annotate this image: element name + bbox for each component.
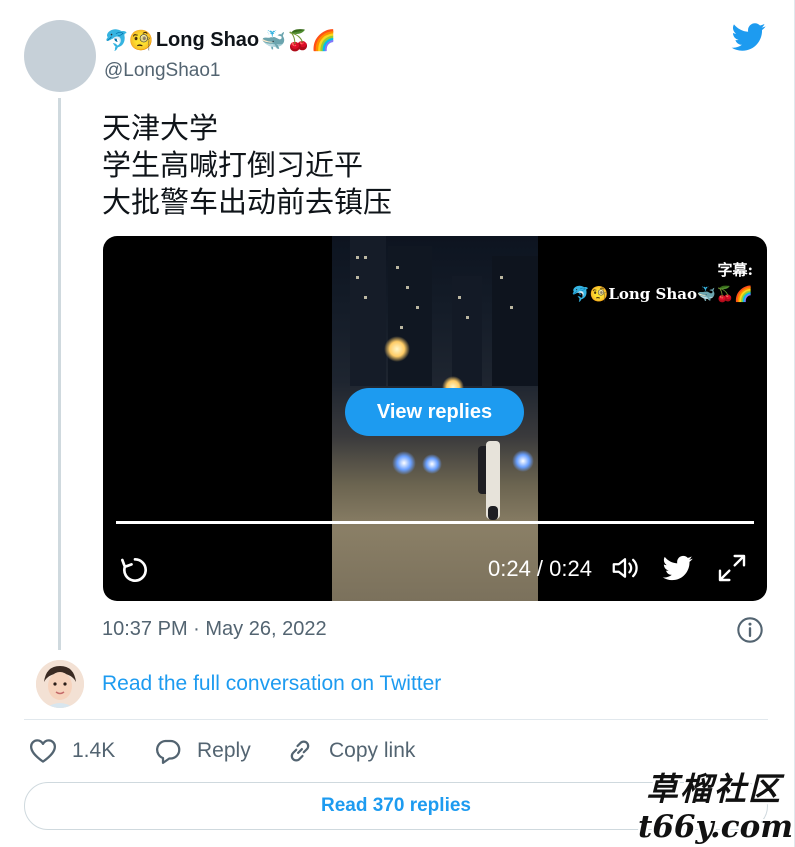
display-name-text: Long Shao bbox=[155, 28, 260, 51]
heart-icon bbox=[30, 739, 56, 763]
watermark-line: 🐬🧐Long Shao🐳🍒🌈 bbox=[570, 285, 753, 303]
tweet-embed-card: 🐬🧐 Long Shao 🐳🍒🌈 @LongShao1 天津大学 学生高喊打倒习… bbox=[0, 0, 795, 847]
like-count: 1.4K bbox=[72, 739, 116, 762]
tweet-line: 天津大学 bbox=[102, 111, 219, 145]
video-caption-watermark: 字幕: 🐬🧐Long Shao🐳🍒🌈 bbox=[571, 258, 753, 306]
view-replies-button[interactable]: View replies bbox=[345, 388, 524, 436]
video-progress-bar[interactable] bbox=[116, 521, 754, 524]
twitter-bird-icon[interactable] bbox=[730, 20, 768, 54]
author-handle[interactable]: @LongShao1 bbox=[104, 60, 221, 82]
author-avatar[interactable] bbox=[24, 20, 96, 92]
twitter-bird-icon[interactable] bbox=[661, 553, 695, 583]
video-player[interactable]: 字幕: 🐬🧐Long Shao🐳🍒🌈 View replies 0:24 / 0… bbox=[103, 236, 767, 601]
link-icon bbox=[290, 740, 310, 762]
viewer-avatar[interactable] bbox=[36, 660, 84, 708]
divider bbox=[24, 719, 768, 720]
video-time-display: 0:24 / 0:24 bbox=[488, 556, 592, 581]
reply-button[interactable]: Reply bbox=[153, 736, 251, 766]
reply-icon bbox=[156, 739, 181, 764]
site-watermark-line: 草榴社区 bbox=[645, 770, 782, 808]
fullscreen-icon[interactable] bbox=[716, 552, 748, 584]
author-display-name[interactable]: 🐬🧐 Long Shao 🐳🍒🌈 bbox=[104, 28, 336, 52]
tweet-line: 大批警车出动前去镇压 bbox=[102, 185, 393, 219]
tweet-text: 天津大学 学生高喊打倒习近平 大批警车出动前去镇压 bbox=[102, 110, 392, 221]
copy-link-label: Copy link bbox=[329, 739, 416, 762]
display-name-suffix-emoji: 🐳🍒🌈 bbox=[261, 28, 336, 52]
thread-line bbox=[58, 98, 61, 650]
copy-link-button[interactable]: Copy link bbox=[285, 736, 415, 766]
watermark-line: 字幕: bbox=[717, 261, 753, 279]
volume-icon[interactable] bbox=[608, 553, 642, 583]
replay-icon[interactable] bbox=[119, 554, 151, 586]
site-watermark: 草榴社区 t66y.com bbox=[638, 770, 794, 846]
site-watermark-line: t66y.com bbox=[638, 809, 794, 845]
tweet-line: 学生高喊打倒习近平 bbox=[102, 148, 364, 182]
reply-label: Reply bbox=[197, 739, 251, 762]
read-full-conversation-link[interactable]: Read the full conversation on Twitter bbox=[102, 672, 441, 696]
like-button[interactable]: 1.4K bbox=[28, 736, 115, 766]
tweet-timestamp[interactable]: 10:37 PM · May 26, 2022 bbox=[102, 618, 327, 641]
info-icon[interactable] bbox=[736, 616, 764, 644]
display-name-prefix-emoji: 🐬🧐 bbox=[104, 28, 154, 52]
